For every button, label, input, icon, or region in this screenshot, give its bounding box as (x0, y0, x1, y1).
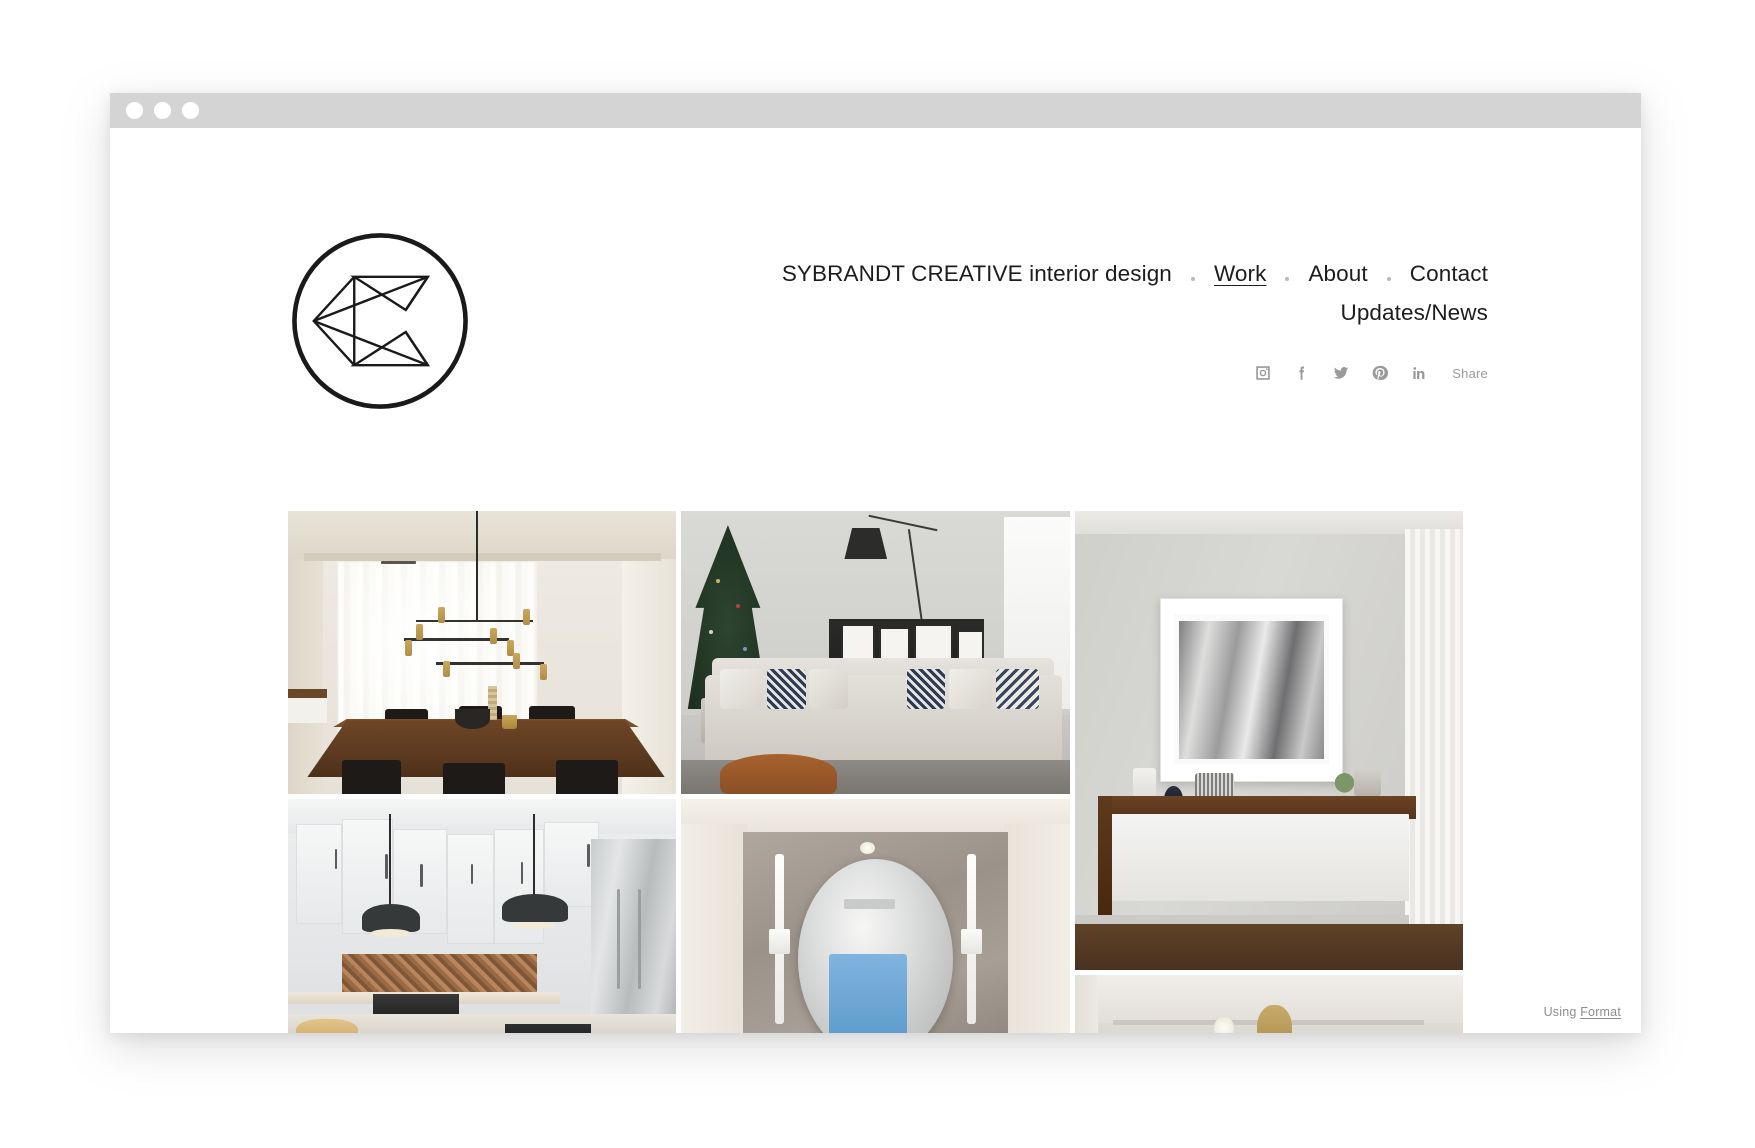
footer-credit: Using Format (1544, 1005, 1621, 1019)
nav-item-updates-news[interactable]: Updates/News (1340, 300, 1488, 326)
console-credenza-image (1074, 511, 1463, 970)
minimize-dot[interactable] (154, 102, 171, 119)
site-header: SYBRANDT CREATIVE interior design Work A… (110, 128, 1641, 464)
pinterest-icon[interactable] (1371, 364, 1389, 382)
gallery-tile-console[interactable] (1074, 511, 1463, 970)
twitter-icon[interactable] (1332, 364, 1350, 382)
instagram-icon[interactable] (1254, 364, 1272, 382)
gallery-tile-ceiling-detail[interactable] (1074, 975, 1463, 1033)
gallery-column-3 (1074, 511, 1463, 1033)
dining-room-image (288, 511, 677, 794)
format-link[interactable]: Format (1580, 1005, 1621, 1019)
site-logo[interactable] (288, 229, 472, 413)
bathroom-mirror-image (681, 799, 1070, 1033)
gallery-tile-living-room[interactable] (681, 511, 1070, 794)
ceiling-detail-image (1074, 975, 1463, 1033)
gallery-column-1 (288, 511, 677, 1033)
nav-item-contact[interactable]: Contact (1410, 261, 1488, 287)
gallery-tile-kitchen[interactable] (288, 799, 677, 1033)
gallery-tile-dining[interactable] (288, 511, 677, 794)
browser-window-mock: SYBRANDT CREATIVE interior design Work A… (110, 93, 1641, 1033)
gallery-column-2 (681, 511, 1070, 1033)
nav-separator-dot (1386, 277, 1391, 281)
browser-titlebar (110, 93, 1641, 128)
brand-title: SYBRANDT CREATIVE interior design (781, 261, 1172, 286)
portfolio-gallery (288, 511, 1463, 1033)
gallery-tile-bathroom[interactable] (681, 799, 1070, 1033)
social-links: Share (1254, 364, 1488, 382)
share-label[interactable]: Share (1452, 366, 1488, 381)
page-viewport: SYBRANDT CREATIVE interior design Work A… (110, 128, 1641, 1033)
close-dot[interactable] (126, 102, 143, 119)
nav-separator-dot (1190, 277, 1195, 281)
nav-item-work[interactable]: Work (1214, 261, 1267, 287)
kitchen-image (288, 799, 677, 1033)
living-room-image (681, 511, 1070, 794)
facebook-icon[interactable] (1293, 364, 1311, 382)
linkedin-icon[interactable] (1410, 364, 1428, 382)
nav-line-secondary: Updates/News (782, 300, 1488, 326)
nav-line-primary: SYBRANDT CREATIVE interior design Work A… (782, 261, 1488, 287)
nav-item-about[interactable]: About (1308, 261, 1367, 287)
maximize-dot[interactable] (182, 102, 199, 119)
page-backdrop: SYBRANDT CREATIVE interior design Work A… (0, 0, 1755, 1148)
primary-navigation: SYBRANDT CREATIVE interior design Work A… (782, 261, 1488, 326)
footer-prefix: Using (1543, 1005, 1581, 1019)
nav-separator-dot (1285, 277, 1290, 281)
